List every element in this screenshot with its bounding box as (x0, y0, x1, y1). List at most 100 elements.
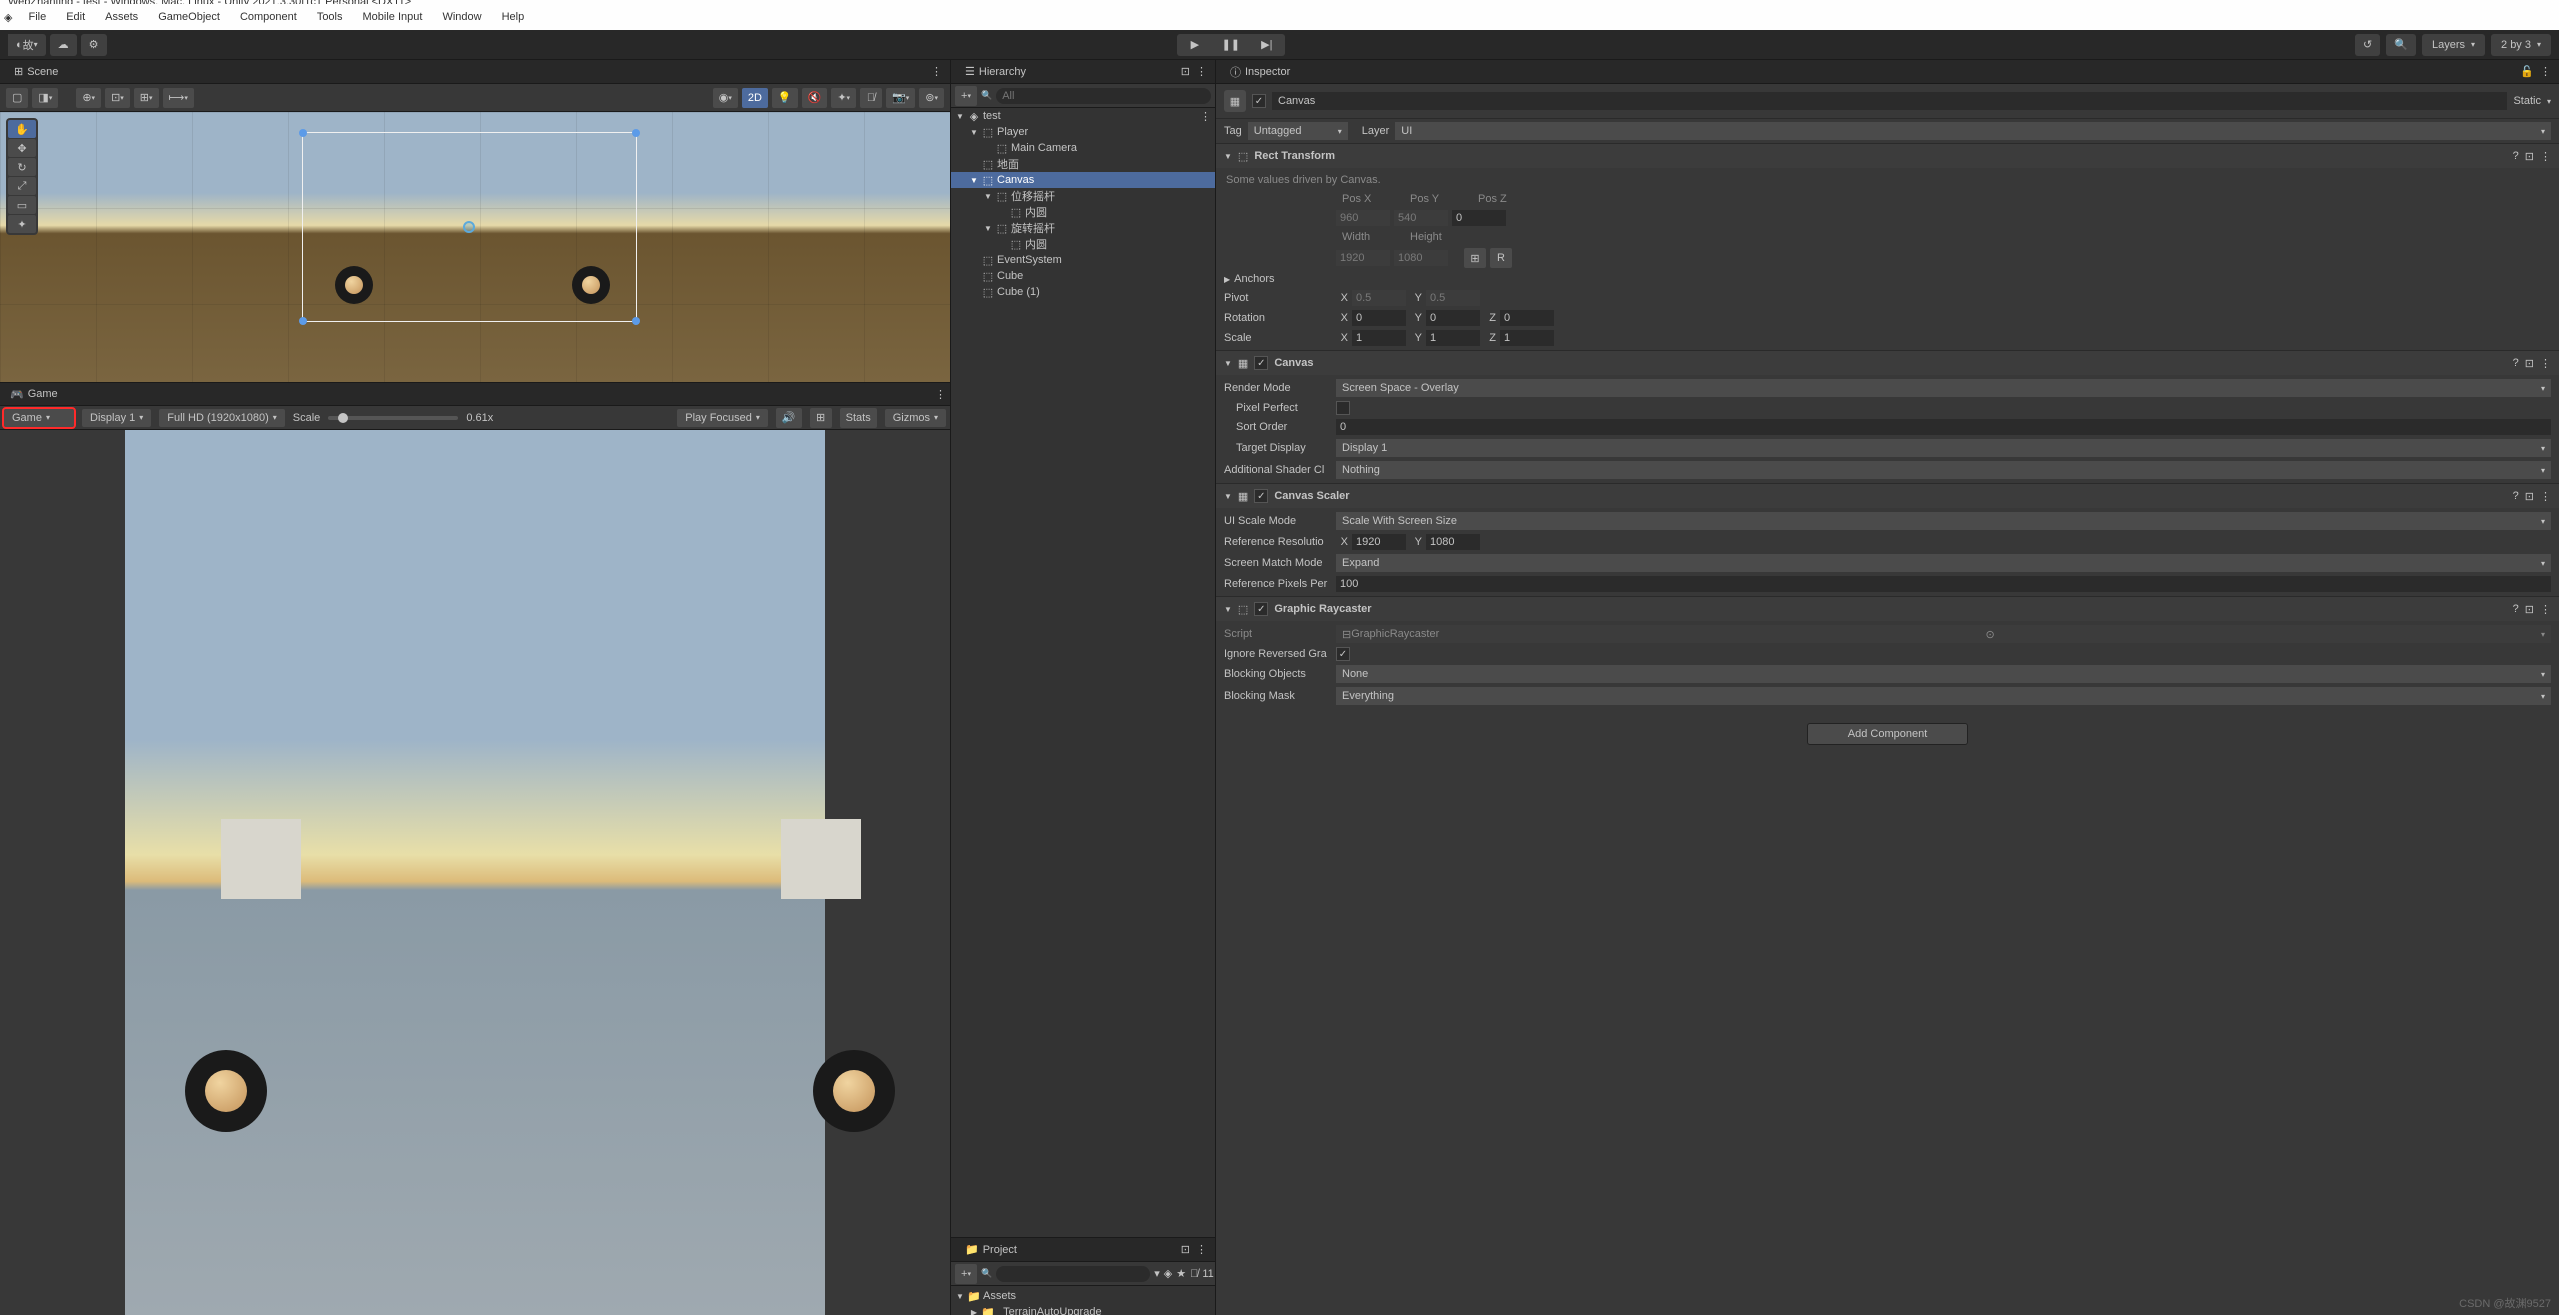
raw-edit-button[interactable]: R (1490, 248, 1512, 268)
render-mode-dropdown[interactable]: Screen Space - Overlay (1336, 379, 2551, 397)
anchor-preset[interactable]: Pos X Pos Y Pos Z (1216, 190, 2559, 208)
lighting-toggle-button[interactable]: 💡 (772, 88, 798, 108)
pivot-gizmo[interactable] (463, 221, 475, 233)
vsync-button[interactable]: ⊞ (810, 408, 832, 428)
help-icon[interactable]: ? (2513, 490, 2519, 503)
tab-options-icon[interactable]: ⋮ (1196, 65, 1207, 78)
gameobject-item[interactable]: ⬚Cube (1) (951, 284, 1215, 300)
rect-handle[interactable] (299, 129, 307, 137)
menu-window[interactable]: Window (432, 7, 491, 27)
component-header[interactable]: ▼ ▦ Canvas ?⊡⋮ (1216, 351, 2559, 375)
scene-camera-button[interactable]: 📷▾ (886, 88, 915, 108)
pivot-y-field[interactable] (1426, 290, 1480, 306)
blocking-mask-dropdown[interactable]: Everything (1336, 687, 2551, 705)
account-button[interactable]: ◐ 故 ▾ (8, 34, 46, 56)
menu-icon[interactable]: ⋮ (2540, 603, 2551, 616)
hidden-icon[interactable]: 👁̸ (1190, 1268, 1198, 1280)
scale-z-field[interactable] (1500, 330, 1554, 346)
menu-tools[interactable]: Tools (307, 7, 353, 27)
menu-gameobject[interactable]: GameObject (148, 7, 230, 27)
foldout-icon[interactable]: ▼ (1224, 492, 1232, 501)
menu-help[interactable]: Help (492, 7, 535, 27)
hierarchy-search[interactable] (996, 88, 1211, 104)
gameobject-item[interactable]: ▼⬚位移摇杆 (951, 188, 1215, 204)
enabled-checkbox[interactable] (1252, 94, 1266, 108)
draw-mode-button[interactable]: ◉▾ (713, 88, 738, 108)
pixel-perfect-checkbox[interactable] (1336, 401, 1350, 415)
height-field[interactable] (1394, 250, 1448, 266)
ignore-reversed-checkbox[interactable] (1336, 647, 1350, 661)
help-icon[interactable]: ? (2513, 357, 2519, 370)
rect-tool[interactable]: ▭ (8, 196, 36, 214)
menu-mobile-input[interactable]: Mobile Input (353, 7, 433, 27)
shading-mode-button[interactable]: ◨▾ (32, 88, 58, 108)
help-icon[interactable]: ? (2513, 603, 2519, 616)
gameobject-item[interactable]: ⬚EventSystem (951, 252, 1215, 268)
mute-button[interactable]: 🔊 (776, 408, 802, 428)
tab-options-icon[interactable]: ⋮ (931, 65, 942, 78)
component-header[interactable]: ▼ ⬚ Rect Transform ?⊡⋮ (1216, 144, 2559, 168)
gameobject-item[interactable]: ⬚地面 (951, 156, 1215, 172)
component-header[interactable]: ▼ ▦ Canvas Scaler ?⊡⋮ (1216, 484, 2559, 508)
tag-dropdown[interactable]: Untagged (1248, 122, 1348, 140)
rot-z-field[interactable] (1500, 310, 1554, 326)
move-tool[interactable]: ✥ (8, 139, 36, 157)
scale-slider[interactable] (328, 416, 458, 420)
menu-assets[interactable]: Assets (95, 7, 148, 27)
ref-pixels-field[interactable] (1336, 576, 2551, 592)
scale-y-field[interactable] (1426, 330, 1480, 346)
blueprint-mode-button[interactable]: ⊞ (1464, 248, 1486, 268)
posx-field[interactable] (1336, 210, 1390, 226)
project-tab[interactable]: 📁 Project (959, 1241, 1023, 1258)
undo-history-button[interactable]: ↺ (2355, 34, 2380, 56)
ui-scale-mode-dropdown[interactable]: Scale With Screen Size (1336, 512, 2551, 530)
anchors-foldout[interactable]: ▶ (1224, 275, 1230, 284)
play-button[interactable]: ▶ (1177, 34, 1213, 56)
gameobject-item[interactable]: ▼⬚Player (951, 124, 1215, 140)
menu-icon[interactable]: ⋮ (2540, 150, 2551, 163)
rot-x-field[interactable] (1352, 310, 1406, 326)
gameobject-item[interactable]: ▶📁_TerrainAutoUpgrade (951, 1304, 1215, 1315)
foldout-icon[interactable]: ▼ (1224, 359, 1232, 368)
tab-options-icon[interactable]: ⋮ (1196, 1243, 1207, 1256)
match-mode-dropdown[interactable]: Expand (1336, 554, 2551, 572)
gizmos-button[interactable]: ⊚▾ (919, 88, 944, 108)
lock-icon[interactable]: 🔓 (2520, 65, 2534, 78)
play-focused-dropdown[interactable]: Play Focused (677, 409, 768, 427)
inspector-tab[interactable]: ⓘ Inspector (1224, 62, 1296, 82)
sort-order-field[interactable] (1336, 419, 2551, 435)
help-icon[interactable]: ? (2513, 150, 2519, 163)
menu-component[interactable]: Component (230, 7, 307, 27)
foldout-icon[interactable]: ▼ (969, 128, 979, 137)
hidden-objects-button[interactable]: 👁̸ (860, 88, 882, 108)
step-button[interactable]: ▶| (1249, 34, 1285, 56)
resolution-dropdown[interactable]: Full HD (1920x1080) (159, 409, 285, 427)
gameobject-item[interactable]: ▼⬚旋转摇杆 (951, 220, 1215, 236)
scene-menu-icon[interactable]: ⋮ (1200, 110, 1211, 123)
foldout-icon[interactable]: ▼ (1224, 605, 1232, 614)
preset-icon[interactable]: ⊡ (2525, 490, 2534, 503)
rect-handle[interactable] (632, 129, 640, 137)
preset-icon[interactable]: ⊡ (2525, 357, 2534, 370)
gameobject-item[interactable]: ▼📁Assets (951, 1288, 1215, 1304)
effects-toggle-button[interactable]: ✦▾ (831, 88, 856, 108)
pivot-mode-button[interactable]: ⊕▾ (76, 88, 101, 108)
game-camera-dropdown[interactable]: Game (4, 409, 74, 427)
target-display-dropdown[interactable]: Display 1 (1336, 439, 2551, 457)
component-header[interactable]: ▼ ⬚ Graphic Raycaster ?⊡⋮ (1216, 597, 2559, 621)
menu-icon[interactable]: ⋮ (2540, 357, 2551, 370)
foldout-icon[interactable]: ▶ (969, 1308, 979, 1315)
gameobject-item[interactable]: ▼⬚Canvas (951, 172, 1215, 188)
rect-handle[interactable] (632, 317, 640, 325)
2d-toggle-button[interactable]: 2D (742, 88, 768, 108)
audio-toggle-button[interactable]: 🔇 (802, 88, 828, 108)
menu-icon[interactable]: ⋮ (2540, 490, 2551, 503)
foldout-icon[interactable]: ▼ (983, 192, 993, 201)
scene-view[interactable]: ✋ ✥ ↻ ⤢ ▭ ✦ (0, 112, 950, 382)
gizmos-dropdown[interactable]: Gizmos (885, 409, 946, 427)
rect-handle[interactable] (299, 317, 307, 325)
pivot-rotation-button[interactable]: ⊡▾ (105, 88, 130, 108)
pause-button[interactable]: ❚❚ (1213, 34, 1249, 56)
scale-x-field[interactable] (1352, 330, 1406, 346)
project-search[interactable] (996, 1266, 1150, 1282)
